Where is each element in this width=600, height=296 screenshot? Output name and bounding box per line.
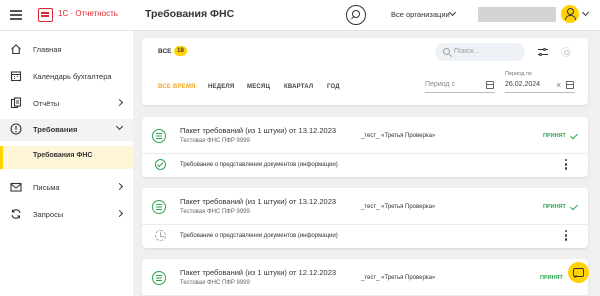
clock-icon [155,230,166,241]
gear-icon[interactable] [561,47,571,57]
period-tab-week[interactable]: НЕДЕЛЯ [208,84,234,90]
sidebar-item-label: Требования ФНС [33,152,93,159]
user-name-field[interactable] [478,7,556,22]
requirement-card[interactable]: Пакет требований (из 1 штуки) от 13.12.2… [142,188,588,248]
period-tab-all-time[interactable]: ВСЕ ВРЕМЯ [158,84,196,90]
period-tab-quarter[interactable]: КВАРТАЛ [284,84,313,90]
document-title[interactable]: Требование о представлении документов (и… [180,162,338,168]
document-list-icon [152,129,166,143]
card-title[interactable]: Пакет требований (из 1 штуки) от 12.12.2… [180,268,336,277]
period-tab-year[interactable]: ГОД [327,84,340,90]
card-authority: Тестовая ФНС ПФР 9999 [180,280,250,286]
check-icon [570,131,578,140]
document-list-icon [152,271,166,285]
chevron-down-icon[interactable] [448,8,457,17]
more-options-icon[interactable] [565,159,568,171]
card-title[interactable]: Пакет требований (из 1 штуки) от 13.12.2… [180,197,336,206]
sidebar-item-label: Календарь бухгалтера [33,72,112,81]
sidebar-item-label: Письма [33,183,60,192]
document-title[interactable]: Требование о представлении документов (и… [180,233,338,239]
date-from-field[interactable]: Период с [425,79,495,93]
status-badge: ПРИНЯТ [540,275,563,281]
count-badge: 18 [174,46,187,56]
clear-date-icon[interactable]: × [556,81,561,90]
sidebar-item-label: Отчёты [33,99,60,108]
search-placeholder: Поиск... [454,48,480,55]
app-title[interactable]: 1С · Отчетность [58,9,118,18]
sidebar-item-letters[interactable]: Письма [0,177,133,199]
card-title[interactable]: Пакет требований (из 1 штуки) от 13.12.2… [180,126,336,135]
date-to-label: Период по [505,71,532,77]
app-logo-icon [38,8,53,22]
card-header[interactable]: Пакет требований (из 1 штуки) от 13.12.2… [142,117,588,154]
sidebar-item-label: Главная [33,45,62,54]
chevron-right-icon [115,98,124,107]
chevron-right-icon [115,209,124,218]
sidebar-item-calendar[interactable]: Календарь бухгалтера [0,66,133,88]
filter-all-tab[interactable]: ВСЕ [158,48,171,55]
period-tab-month[interactable]: МЕСЯЦ [247,84,270,90]
card-header[interactable]: Пакет требований (из 1 штуки) от 13.12.2… [142,188,588,225]
sidebar: Главная Календарь бухгалтера Отчёты Треб… [0,31,133,296]
sidebar-item-queries[interactable]: Запросы [0,204,133,226]
avatar[interactable] [561,5,579,23]
sidebar-item-label: Запросы [33,210,64,219]
more-options-icon[interactable] [565,230,568,242]
card-header[interactable]: Пакет требований (из 1 штуки) от 12.12.2… [142,259,588,296]
calendar-icon [10,71,22,82]
date-to-field[interactable]: 26.02.2024 [505,79,575,93]
help-search-icon[interactable] [346,5,366,25]
calendar-icon[interactable] [486,81,494,89]
card-document-row[interactable]: Требование о представлении документов (и… [142,225,588,247]
chevron-right-icon [115,182,124,191]
sidebar-item-fns-requirements[interactable]: Требования ФНС [0,146,133,169]
page-title: Требования ФНС [145,8,235,20]
sidebar-item-reports[interactable]: Отчёты [0,93,133,115]
organization-select[interactable]: Все организации [391,10,450,19]
sidebar-item-home[interactable]: Главная [0,39,133,61]
chat-icon[interactable] [568,262,589,283]
filter-panel: ВСЕ 18 Поиск... ВСЕ ВРЕМЯ НЕДЕЛЯ МЕСЯЦ К… [142,38,588,105]
mail-icon [10,182,22,192]
card-organization: _тест_ «Третья Проверка» [361,275,436,281]
check-circle-icon [155,159,166,170]
card-organization: _тест_ «Третья Проверка» [361,204,436,210]
document-list-icon [152,200,166,214]
search-input[interactable]: Поиск... [435,43,525,61]
card-document-row[interactable]: Требование о представлении документов (и… [142,154,588,176]
search-icon [443,48,450,55]
sidebar-item-requirements[interactable]: Требования [0,119,133,141]
requirement-card[interactable]: Пакет требований (из 1 штуки) от 12.12.2… [142,259,588,296]
card-authority: Тестовая ФНС ПФР 9999 [180,209,250,215]
menu-icon[interactable] [10,10,22,20]
card-authority: Тестовая ФНС ПФР 9999 [180,138,250,144]
card-organization: _тест_ «Третья Проверка» [361,133,436,139]
chevron-down-icon [115,122,124,131]
reports-icon [10,97,22,109]
home-icon [11,44,21,55]
filter-settings-icon[interactable] [538,47,548,57]
status-badge: ПРИНЯТ [543,133,566,139]
alert-icon [10,123,22,135]
chevron-down-icon[interactable] [581,8,590,17]
top-bar: 1С · Отчетность Требования ФНС Все орган… [0,0,600,31]
check-icon [570,202,578,211]
sync-icon [11,209,21,219]
date-to-value: 26.02.2024 [505,81,541,88]
sidebar-item-label: Требования [33,125,78,134]
requirement-card[interactable]: Пакет требований (из 1 штуки) от 13.12.2… [142,117,588,177]
status-badge: ПРИНЯТ [543,204,566,210]
calendar-icon[interactable] [566,81,574,89]
date-from-placeholder: Период с [425,81,455,88]
